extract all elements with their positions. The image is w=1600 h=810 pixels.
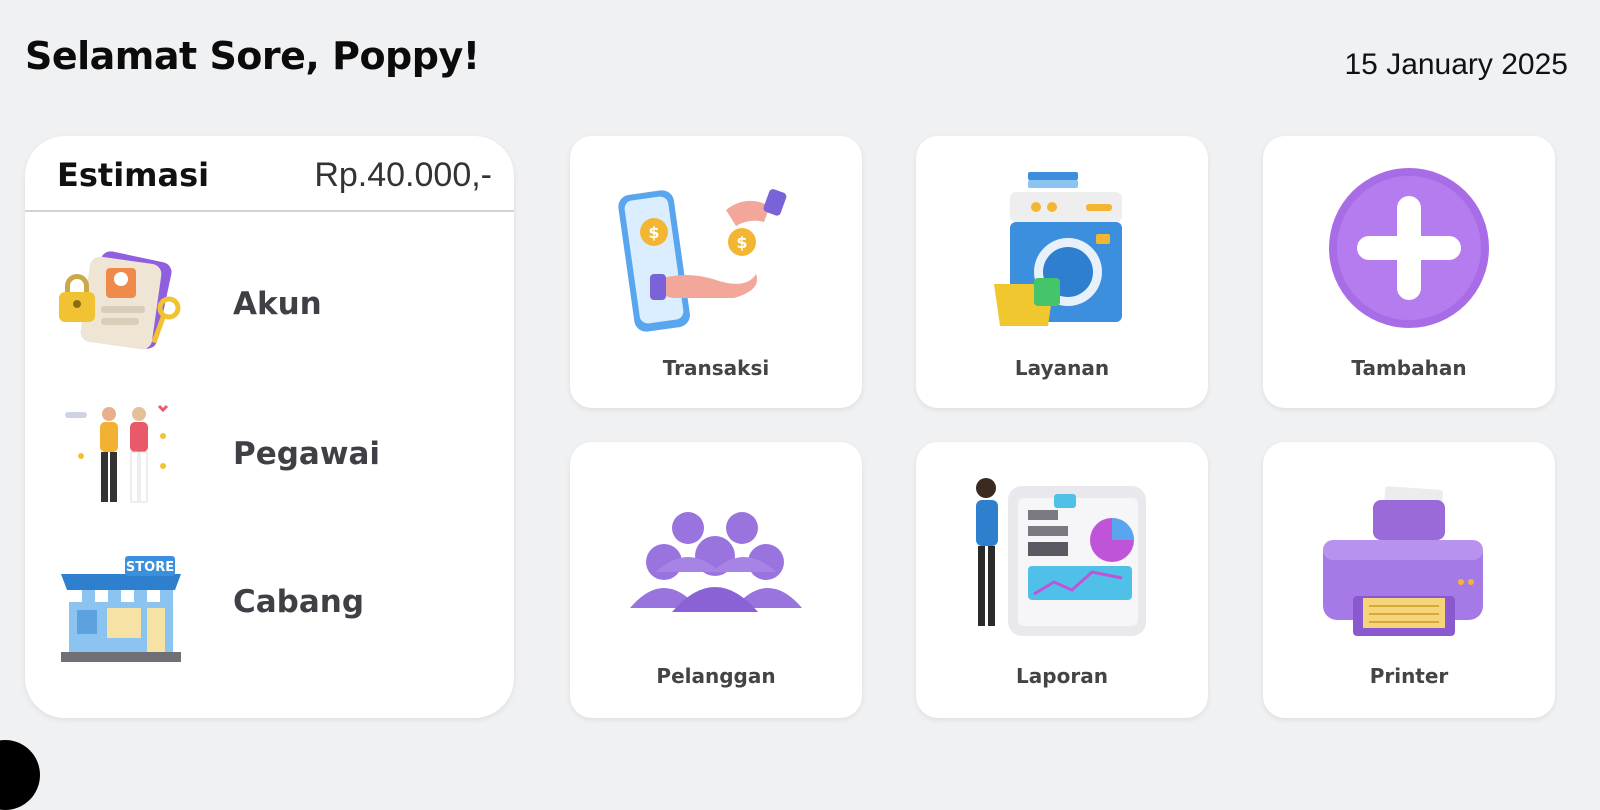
menu-item-akun[interactable]: Akun <box>25 236 514 376</box>
tile-pelanggan[interactable]: Pelanggan <box>570 442 862 718</box>
current-date: 15 January 2025 <box>1344 48 1568 81</box>
customers-icon <box>616 500 816 680</box>
employees-icon <box>51 396 191 520</box>
plus-icon <box>1309 166 1509 346</box>
printer-icon <box>1309 484 1509 664</box>
menu-item-label: Pegawai <box>233 436 381 472</box>
tile-layanan[interactable]: Layanan <box>916 136 1208 408</box>
report-icon <box>962 474 1162 654</box>
svg-text:$: $ <box>648 223 659 242</box>
tile-label: Transaksi <box>662 356 770 380</box>
menu-item-pegawai[interactable]: Pegawai <box>25 386 514 526</box>
estimate-value: Rp.40.000,- <box>314 156 492 194</box>
tile-label: Tambahan <box>1351 356 1467 380</box>
svg-text:$: $ <box>736 233 747 252</box>
svg-text:STORE: STORE <box>126 560 174 575</box>
greeting-title: Selamat Sore, Poppy! <box>25 34 480 78</box>
tile-transaksi[interactable]: $ $ Transaksi <box>570 136 862 408</box>
tile-laporan[interactable]: Laporan <box>916 442 1208 718</box>
tile-tambahan[interactable]: Tambahan <box>1263 136 1555 408</box>
estimate-card: Estimasi Rp.40.000,- Akun Pegawai STORE … <box>25 136 514 718</box>
estimate-header: Estimasi Rp.40.000,- <box>25 136 514 212</box>
tile-printer[interactable]: Printer <box>1263 442 1555 718</box>
menu-item-label: Akun <box>233 286 322 322</box>
estimate-title: Estimasi <box>57 156 210 194</box>
tile-label: Pelanggan <box>656 664 776 688</box>
menu-item-label: Cabang <box>233 584 365 620</box>
laundry-machine-icon <box>962 170 1162 350</box>
screen-corner <box>0 740 40 810</box>
menu-item-cabang[interactable]: STORE Cabang <box>25 534 514 674</box>
account-lock-icon <box>51 246 191 370</box>
transaction-icon: $ $ <box>616 180 816 360</box>
tile-label: Layanan <box>1014 356 1110 380</box>
store-icon: STORE <box>51 544 191 668</box>
tile-label: Laporan <box>1016 664 1108 688</box>
tile-label: Printer <box>1369 664 1449 688</box>
